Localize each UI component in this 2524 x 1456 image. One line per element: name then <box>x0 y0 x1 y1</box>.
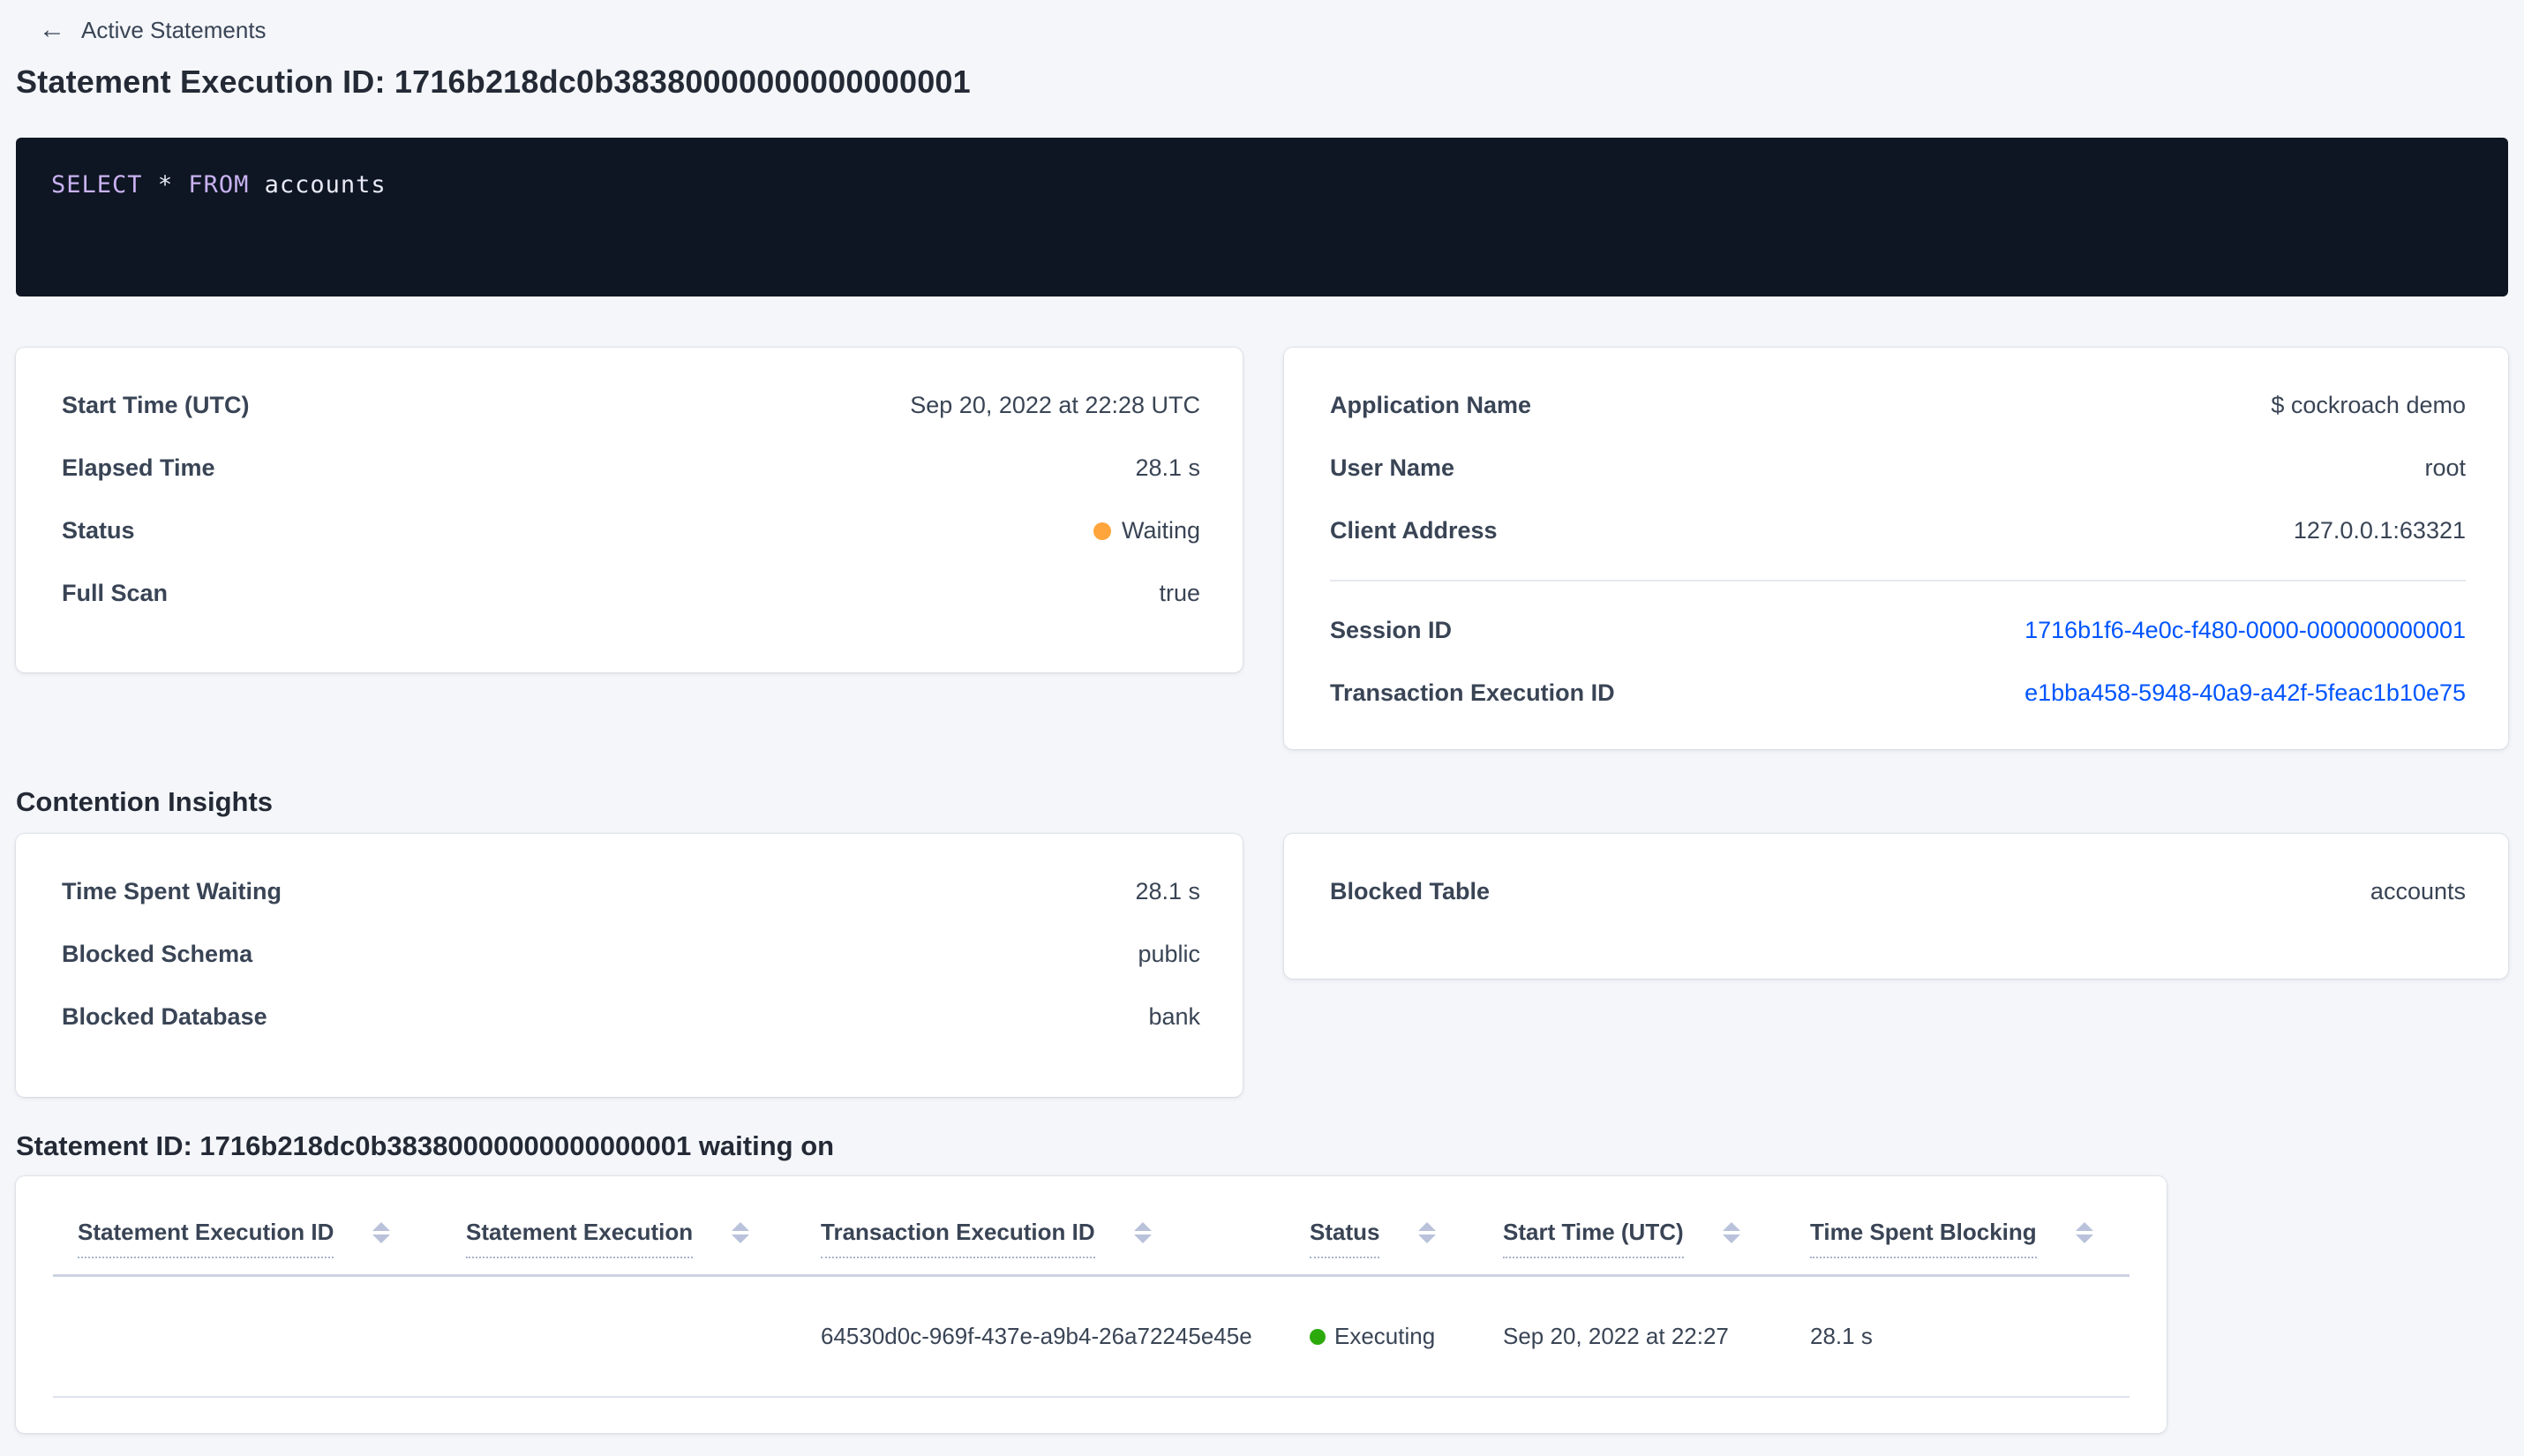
user-name-value: root <box>2424 454 2466 481</box>
sql-table-name: accounts <box>264 171 387 199</box>
blocked-schema-row: Blocked Schema public <box>62 941 1200 968</box>
cell-start-time: Sep 20, 2022 at 22:27 <box>1478 1275 1785 1398</box>
full-scan-row: Full Scan true <box>62 580 1200 607</box>
blocked-database-label: Blocked Database <box>62 1003 267 1030</box>
waiting-on-heading: Statement ID: 1716b218dc0b38380000000000… <box>16 1130 835 1161</box>
waiting-statements-table: Statement Execution ID Statement Executi… <box>53 1176 2130 1398</box>
sql-statement-box: SELECT * FROM accounts <box>16 138 2508 296</box>
transaction-execution-id-label: Transaction Execution ID <box>1330 679 1615 706</box>
sql-statement: SELECT * FROM accounts <box>51 171 2473 199</box>
client-address-label: Client Address <box>1330 517 1498 544</box>
column-header-status[interactable]: Status <box>1285 1176 1478 1277</box>
left-arrow-icon: ← <box>39 15 65 44</box>
user-name-label: User Name <box>1330 454 1455 481</box>
blocked-table-value: accounts <box>2370 878 2466 904</box>
sql-keyword: SELECT <box>51 171 143 199</box>
statement-execution-details-page: ← Active Statements Statement Execution … <box>0 0 2524 1433</box>
blocked-table-label: Blocked Table <box>1330 878 1491 904</box>
full-scan-label: Full Scan <box>62 580 169 606</box>
elapsed-time-label: Elapsed Time <box>62 454 215 481</box>
elapsed-time-value: 28.1 s <box>1135 454 1200 481</box>
application-name-label: Application Name <box>1330 392 1532 418</box>
contention-cards-row: Time Spent Waiting 28.1 s Blocked Schema… <box>16 834 2508 1097</box>
start-time-label: Start Time (UTC) <box>62 392 250 418</box>
sort-arrows-icon[interactable] <box>1721 1220 1742 1245</box>
table-row: 64530d0c-969f-437e-a9b4-26a72245e45e Exe… <box>53 1275 2130 1398</box>
session-id-link[interactable]: 1716b1f6-4e0c-f480-0000-000000000001 <box>2024 617 2466 644</box>
time-spent-waiting-label: Time Spent Waiting <box>62 878 282 904</box>
sort-arrows-icon[interactable] <box>1132 1220 1153 1245</box>
blocked-database-row: Blocked Database bank <box>62 1003 1200 1031</box>
cell-transaction-execution-id: 64530d0c-969f-437e-a9b4-26a72245e45e <box>796 1275 1285 1398</box>
status-label: Status <box>62 517 135 544</box>
status-row: Status Waiting <box>62 517 1200 544</box>
waiting-statements-table-card: Statement Execution ID Statement Executi… <box>16 1176 2167 1433</box>
blocked-schema-value: public <box>1138 941 1200 967</box>
time-spent-waiting-value: 28.1 s <box>1135 878 1200 904</box>
elapsed-time-row: Elapsed Time 28.1 s <box>62 454 1200 482</box>
full-scan-value: true <box>1159 580 1200 606</box>
time-spent-waiting-row: Time Spent Waiting 28.1 s <box>62 878 1200 905</box>
application-name-row: Application Name $ cockroach demo <box>1330 392 2466 419</box>
session-id-row: Session ID 1716b1f6-4e0c-f480-0000-00000… <box>1330 617 2466 644</box>
cell-statement-execution-id <box>53 1275 441 1398</box>
sort-arrows-icon[interactable] <box>2074 1220 2095 1245</box>
client-address-row: Client Address 127.0.0.1:63321 <box>1330 517 2466 544</box>
start-time-row: Start Time (UTC) Sep 20, 2022 at 22:28 U… <box>62 392 1200 419</box>
blocked-table-row: Blocked Table accounts <box>1330 878 2466 905</box>
column-header-statement-execution-id[interactable]: Statement Execution ID <box>53 1176 441 1277</box>
contention-details-card: Time Spent Waiting 28.1 s Blocked Schema… <box>16 834 1243 1097</box>
executing-status-dot-icon <box>1310 1328 1326 1345</box>
cell-statement-execution <box>441 1275 796 1398</box>
sort-arrows-icon[interactable] <box>730 1220 751 1245</box>
sql-keyword: FROM <box>188 171 250 199</box>
status-text: Executing <box>1334 1323 1436 1349</box>
sort-arrows-icon[interactable] <box>1416 1220 1438 1245</box>
column-header-time-spent-blocking[interactable]: Time Spent Blocking <box>1785 1176 2130 1277</box>
table-header-row: Statement Execution ID Statement Executi… <box>53 1176 2130 1277</box>
page-title: Statement Execution ID: 1716b218dc0b3838… <box>16 64 971 100</box>
blocked-schema-label: Blocked Schema <box>62 941 253 967</box>
transaction-execution-id-row: Transaction Execution ID e1bba458-5948-4… <box>1330 679 2466 707</box>
blocked-database-value: bank <box>1148 1003 1200 1030</box>
blocked-table-card: Blocked Table accounts <box>1284 834 2508 979</box>
back-link-label: Active Statements <box>81 16 267 43</box>
summary-cards-row: Start Time (UTC) Sep 20, 2022 at 22:28 U… <box>16 348 2508 749</box>
application-name-value: $ cockroach demo <box>2271 392 2466 418</box>
contention-insights-heading: Contention Insights <box>16 786 274 817</box>
column-header-transaction-execution-id[interactable]: Transaction Execution ID <box>796 1176 1285 1277</box>
transaction-execution-id-link[interactable]: e1bba458-5948-40a9-a42f-5feac1b10e75 <box>2024 679 2466 707</box>
execution-details-card: Start Time (UTC) Sep 20, 2022 at 22:28 U… <box>16 348 1243 672</box>
sql-star: * <box>157 171 174 199</box>
status-value: Waiting <box>1093 517 1200 544</box>
start-time-value: Sep 20, 2022 at 22:28 UTC <box>910 392 1200 418</box>
back-link[interactable]: ← Active Statements <box>39 12 2508 48</box>
session-details-card: Application Name $ cockroach demo User N… <box>1284 348 2508 749</box>
client-address-value: 127.0.0.1:63321 <box>2293 517 2466 544</box>
session-id-label: Session ID <box>1330 617 1453 643</box>
waiting-status-dot-icon <box>1093 522 1111 540</box>
cell-time-spent-blocking: 28.1 s <box>1785 1275 2130 1398</box>
status-text: Waiting <box>1121 517 1200 544</box>
cell-status: Executing <box>1285 1275 1478 1398</box>
user-name-row: User Name root <box>1330 454 2466 482</box>
column-header-start-time[interactable]: Start Time (UTC) <box>1478 1176 1785 1277</box>
column-header-statement-execution[interactable]: Statement Execution <box>441 1176 796 1277</box>
sort-arrows-icon[interactable] <box>371 1220 392 1245</box>
card-divider <box>1330 580 2466 582</box>
